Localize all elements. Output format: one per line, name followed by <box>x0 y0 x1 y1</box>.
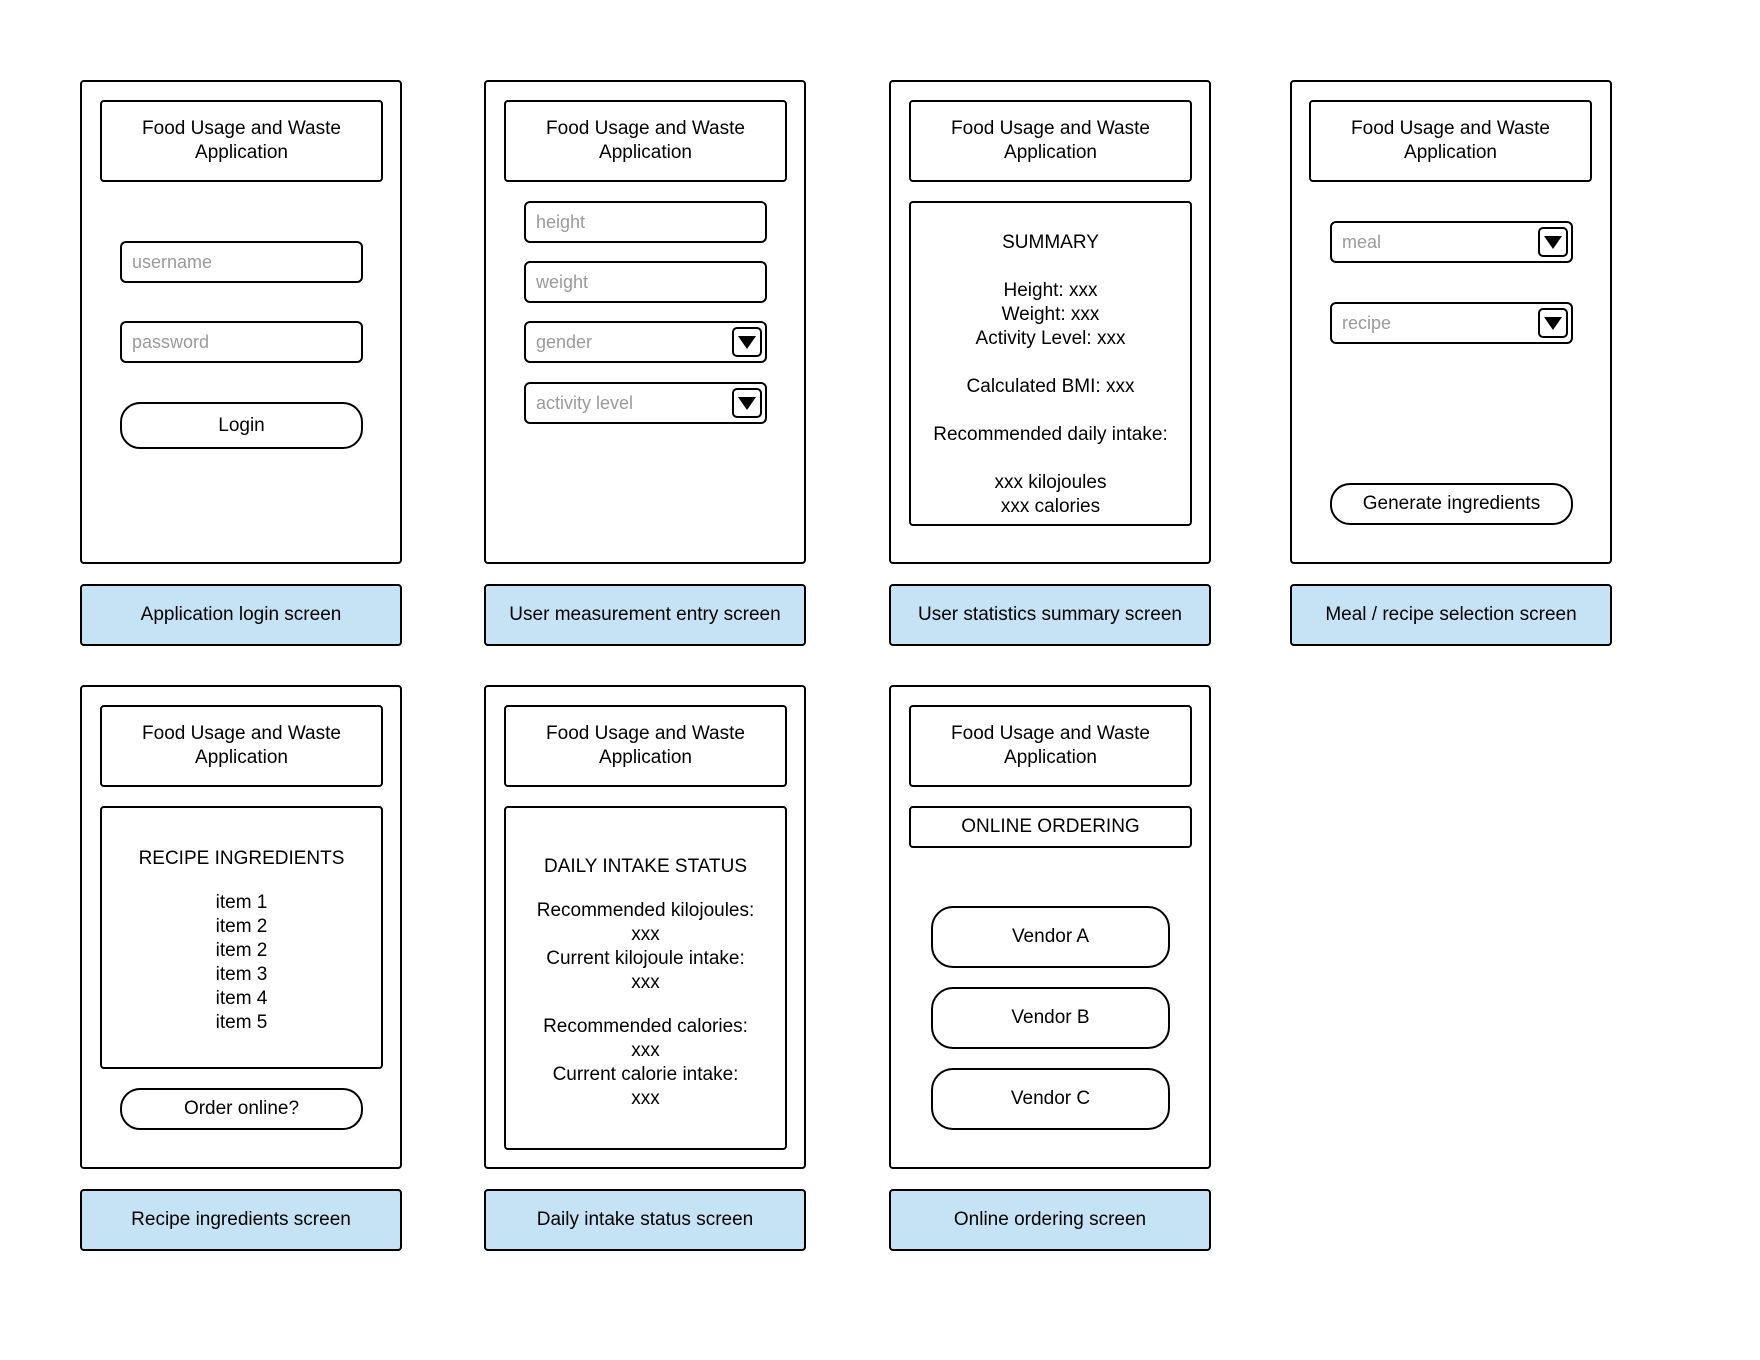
summary-panel: SUMMARY Height: xxx Weight: xxx Activity… <box>909 201 1192 526</box>
gender-dropdown[interactable]: gender <box>524 321 767 363</box>
summary-calories: xxx calories <box>1000 496 1101 517</box>
ingredient-item: item 5 <box>215 1012 268 1033</box>
height-input[interactable]: height <box>524 201 767 243</box>
ingredient-item: item 3 <box>215 964 268 985</box>
recipe-dropdown[interactable]: recipe <box>1330 302 1573 344</box>
triangle-down-icon[interactable] <box>1538 308 1568 338</box>
ingredient-item: item 2 <box>215 916 268 937</box>
recommended-kilojoules-value: xxx <box>631 924 660 945</box>
username-input[interactable]: username <box>120 241 363 283</box>
activity-level-dropdown-label: activity level <box>536 392 634 413</box>
app-title-header: Food Usage and Waste Application <box>909 100 1192 182</box>
login-button[interactable]: Login <box>120 402 363 449</box>
weight-input[interactable]: weight <box>524 261 767 303</box>
online-ordering-title: ONLINE ORDERING <box>909 806 1192 848</box>
current-kilojoule-label: Current kilojoule intake: <box>546 948 745 969</box>
summary-activity-level: Activity Level: xxx <box>975 328 1126 349</box>
recommended-calories-value: xxx <box>631 1040 660 1061</box>
current-kilojoule-value: xxx <box>631 972 660 993</box>
ingredient-item: item 2 <box>215 940 268 961</box>
app-title-header: Food Usage and Waste Application <box>1309 100 1592 182</box>
current-calorie-value: xxx <box>631 1088 660 1109</box>
order-online-button[interactable]: Order online? <box>120 1088 363 1130</box>
summary-kilojoules: xxx kilojoules <box>994 472 1107 493</box>
caption-ordering-screen: Online ordering screen <box>889 1189 1211 1251</box>
summary-intake-label: Recommended daily intake: <box>933 424 1168 445</box>
triangle-down-icon[interactable] <box>1538 227 1568 257</box>
ingredient-item: item 1 <box>215 892 268 913</box>
recommended-calories-label: Recommended calories: <box>543 1016 748 1037</box>
recipe-dropdown-label: recipe <box>1342 312 1392 333</box>
caption-login-screen: Application login screen <box>80 584 402 646</box>
triangle-down-icon[interactable] <box>732 388 762 418</box>
triangle-down-icon[interactable] <box>732 327 762 357</box>
daily-intake-panel: DAILY INTAKE STATUS Recommended kilojoul… <box>504 806 787 1150</box>
meal-dropdown-label: meal <box>1342 231 1382 252</box>
vendor-a-button[interactable]: Vendor A <box>931 906 1170 968</box>
app-title-header: Food Usage and Waste Application <box>100 705 383 787</box>
summary-bmi: Calculated BMI: xxx <box>966 376 1135 397</box>
caption-daily-intake-screen: Daily intake status screen <box>484 1189 806 1251</box>
meal-dropdown[interactable]: meal <box>1330 221 1573 263</box>
activity-level-dropdown[interactable]: activity level <box>524 382 767 424</box>
app-title-header: Food Usage and Waste Application <box>504 100 787 182</box>
app-title-header: Food Usage and Waste Application <box>100 100 383 182</box>
summary-height: Height: xxx <box>1003 280 1098 301</box>
app-title-header: Food Usage and Waste Application <box>909 705 1192 787</box>
caption-summary-screen: User statistics summary screen <box>889 584 1211 646</box>
summary-title: SUMMARY <box>1002 232 1099 253</box>
app-title-header: Food Usage and Waste Application <box>504 705 787 787</box>
recommended-kilojoules-label: Recommended kilojoules: <box>536 900 755 921</box>
gender-dropdown-label: gender <box>536 331 593 352</box>
ingredient-item: item 4 <box>215 988 268 1009</box>
password-input[interactable]: password <box>120 321 363 363</box>
daily-intake-title: DAILY INTAKE STATUS <box>543 856 748 877</box>
caption-meal-screen: Meal / recipe selection screen <box>1290 584 1612 646</box>
ingredients-panel: RECIPE INGREDIENTS item 1 item 2 item 2 … <box>100 806 383 1069</box>
caption-measurement-screen: User measurement entry screen <box>484 584 806 646</box>
vendor-c-button[interactable]: Vendor C <box>931 1068 1170 1130</box>
summary-weight: Weight: xxx <box>1001 304 1100 325</box>
generate-ingredients-button[interactable]: Generate ingredients <box>1330 483 1573 525</box>
current-calorie-label: Current calorie intake: <box>552 1064 739 1085</box>
caption-ingredients-screen: Recipe ingredients screen <box>80 1189 402 1251</box>
vendor-b-button[interactable]: Vendor B <box>931 987 1170 1049</box>
ingredients-title: RECIPE INGREDIENTS <box>138 848 345 869</box>
